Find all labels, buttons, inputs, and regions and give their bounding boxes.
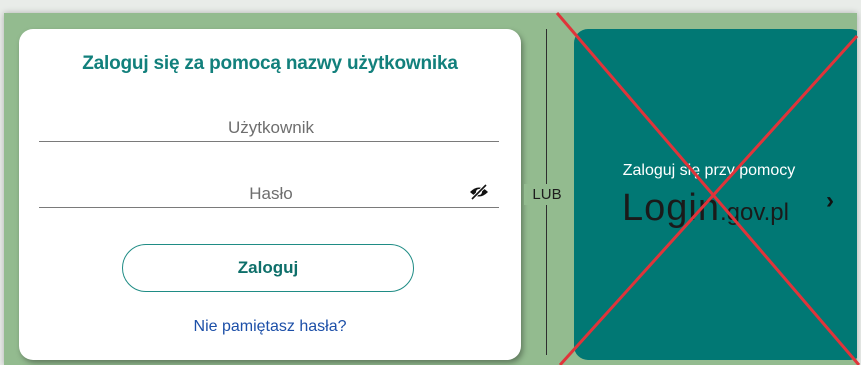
username-login-card: Zaloguj się za pomocą nazwy użytkownika …	[19, 29, 521, 360]
eye-slash-icon[interactable]	[469, 183, 489, 201]
login-button[interactable]: Zaloguj	[122, 244, 414, 292]
login-gov-button[interactable]: Zaloguj się przy pomocy Login.gov.pl ›	[574, 29, 857, 360]
username-input[interactable]	[39, 113, 503, 143]
logo-suffix-text: .gov.pl	[719, 199, 789, 226]
login-gov-logo: Login.gov.pl	[622, 187, 789, 230]
login-panel: Zaloguj się za pomocą nazwy użytkownika …	[4, 13, 857, 365]
forgot-password-link[interactable]: Nie pamiętasz hasła?	[19, 318, 521, 336]
chevron-right-icon: ›	[826, 187, 834, 214]
password-input[interactable]	[39, 179, 503, 209]
password-field	[39, 179, 503, 209]
username-field	[39, 113, 503, 143]
or-label: LUB	[524, 184, 570, 205]
logo-main-text: Login	[622, 187, 720, 229]
card-title: Zaloguj się za pomocą nazwy użytkownika	[82, 53, 458, 74]
gov-caption: Zaloguj się przy pomocy	[622, 162, 796, 179]
